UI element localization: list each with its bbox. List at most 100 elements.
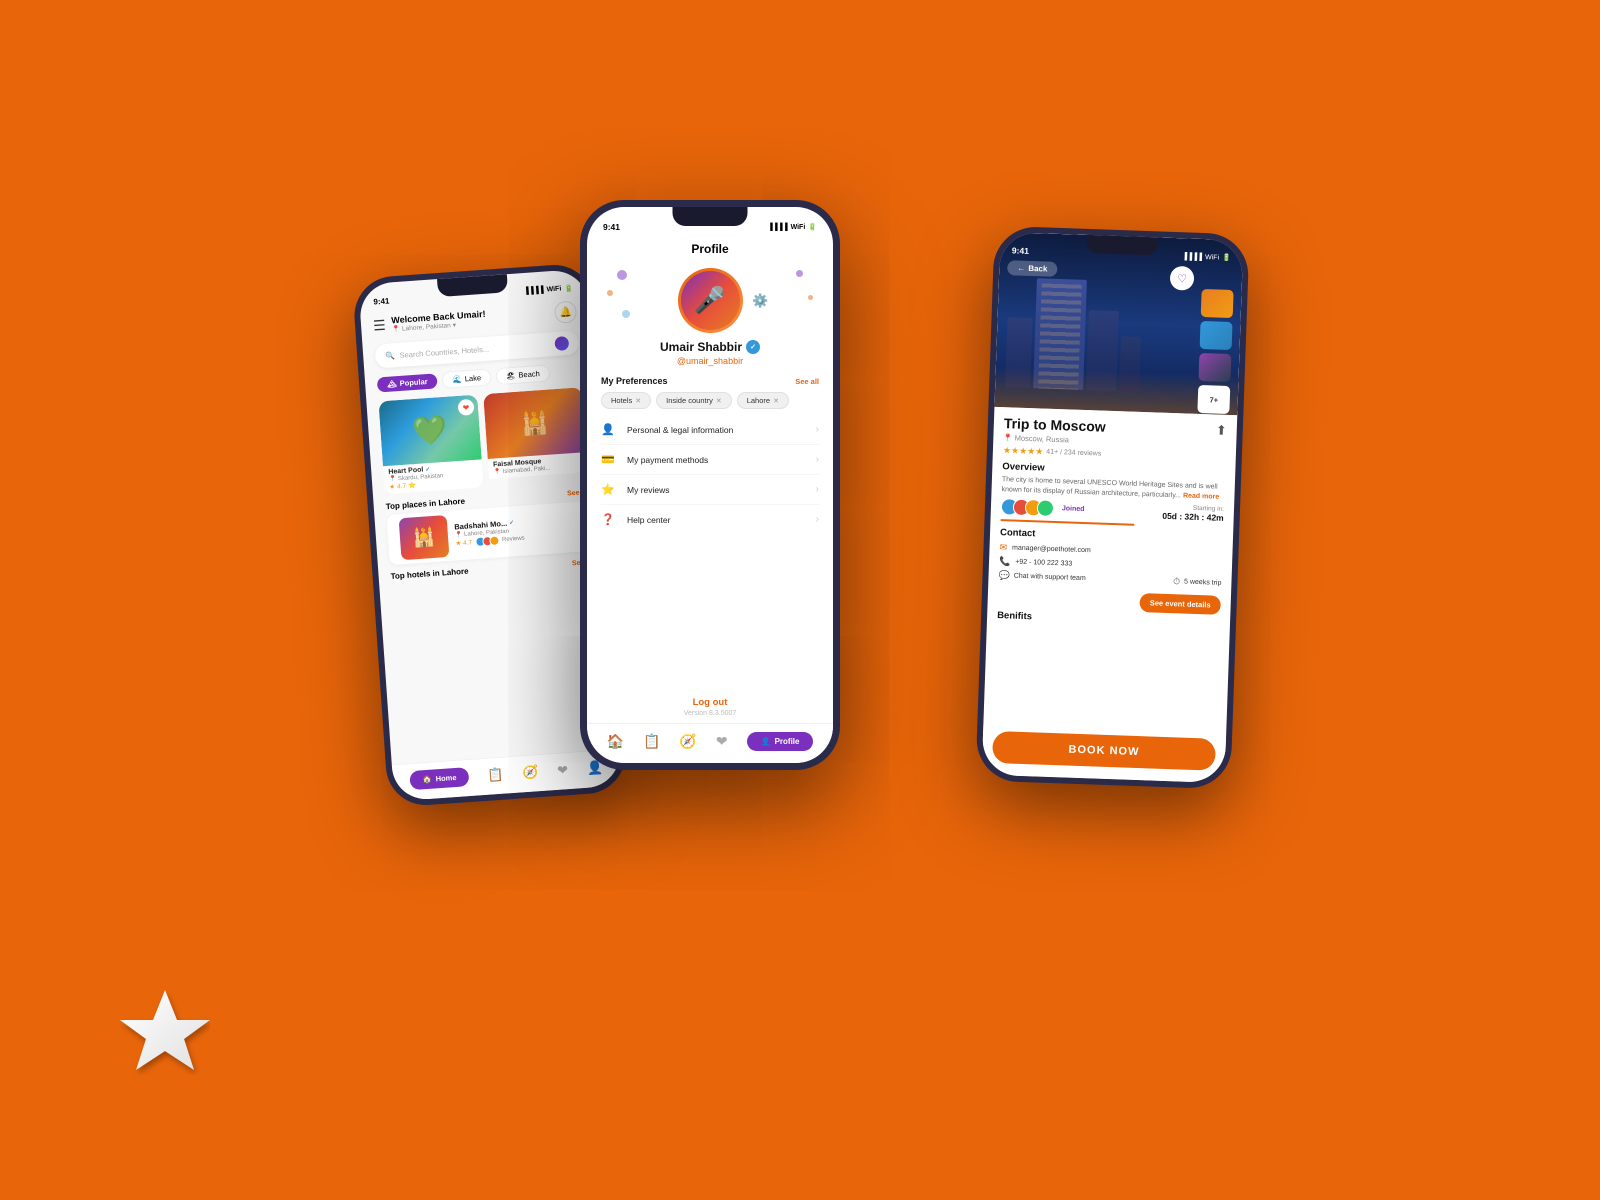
time-left: 9:41 [373,296,390,306]
thumb-more[interactable]: 7+ [1197,385,1230,414]
thumbnail-strip: 7+ [1197,289,1233,414]
back-button[interactable]: ← Back [1007,260,1058,277]
joined-label: Joined [1062,505,1085,513]
starting-row: Joined Starting in: 05d : 32h : 42m [1001,498,1224,523]
countdown: 05d : 32h : 42m [1162,510,1224,522]
avatar-circle: 🎤 [681,271,740,330]
pref-tags: Hotels ✕ Inside country ✕ Lahore ✕ [601,392,819,409]
notification-bell[interactable]: 🔔 [554,300,577,323]
status-icons-left: ▐▐▐▐ WiFi 🔋 [524,284,574,295]
phone-text: +92 - 100 222 333 [1015,558,1072,567]
menu-personal-info[interactable]: 👤 Personal & legal information › [601,415,819,445]
email-text: manager@poethotel.com [1012,544,1091,554]
hotel-img: 🕌 [399,515,450,560]
star-icon: ⭐ [601,483,619,496]
thumb-1[interactable] [1201,289,1234,318]
avatar-group [1001,498,1055,517]
time-center: 9:41 [603,222,620,232]
right-content: Trip to Moscow ⬆ 📍 Moscow, Russia ★★★★★ … [983,407,1237,738]
help-icon: ❓ [601,513,619,526]
menu-reviews[interactable]: ⭐ My reviews › [601,475,819,505]
person-icon: 👤 [601,423,619,436]
pref-title: My Preferences [601,376,668,386]
logout-section: Log out Version 8.3.5007 [587,691,833,723]
share-icon[interactable]: ⬆ [1216,423,1227,439]
user-handle: @umair_shabbir [677,356,743,366]
nav-explore-center[interactable]: 🧭 [679,733,696,750]
app-background: 9:41 ▐▐▐▐ WiFi 🔋 ☰ Welcome Back Umair! 📍 [0,0,1600,1200]
chat-icon: 💬 [998,570,1010,581]
email-icon: ✉ [999,542,1007,553]
tag-inside-country[interactable]: Inside country ✕ [656,392,732,409]
tag-lahore[interactable]: Lahore ✕ [737,392,789,409]
nav-home[interactable]: 🏠 Home [410,767,469,790]
nav-favorites-center[interactable]: ❤ [716,733,728,750]
menu-help[interactable]: ❓ Help center › [601,505,819,534]
nav-explore-left[interactable]: 🧭 [522,764,539,781]
thumb-3[interactable] [1198,353,1231,382]
card-faisal-mosque[interactable]: 🕌 Faisal Mosque 📍 Islamabad, Paki... [483,387,588,487]
card-img-lake: 💚 ❤ [378,395,481,467]
chevron-right-4: › [816,514,819,525]
avatar-section: 🎤 ⚙️ Umair Shabbir ✓ @umair_shabbir [587,260,833,372]
nav-bookings-center[interactable]: 📋 [643,733,660,750]
right-screen: 7+ 9:41 ▐▐▐▐ WiFi 🔋 ← [982,232,1244,783]
bottom-nav-center: 🏠 📋 🧭 ❤ 👤 Profile [587,723,833,763]
verified-badge: ✓ [746,340,760,354]
bottom-nav-left: 🏠 Home 📋 🧭 ❤ 👤 [392,749,622,802]
hamburger-icon[interactable]: ☰ [373,316,387,334]
chevron-right-2: › [816,454,819,465]
chevron-right-3: › [816,484,819,495]
book-now-button[interactable]: BOOK NOW [992,731,1216,771]
card-heart-pool[interactable]: 💚 ❤ Heart Pool ✓ 📍 Skardu, Pakistan [378,395,483,495]
user-name: Umair Shabbir ✓ [660,340,760,354]
tag-hotels[interactable]: Hotels ✕ [601,392,651,409]
trip-title: Trip to Moscow [1004,415,1106,435]
thumb-2[interactable] [1200,321,1233,350]
menu-list: 👤 Personal & legal information › 💳 My pa… [587,413,833,691]
hotel-hero: 7+ 9:41 ▐▐▐▐ WiFi 🔋 ← [994,232,1243,415]
pill-beach[interactable]: 🏖 Beach [495,364,550,385]
cards-grid: 💚 ❤ Heart Pool ✓ 📍 Skardu, Pakistan [366,383,600,498]
menu-payment[interactable]: 💳 My payment methods › [601,445,819,475]
phones-container: 9:41 ▐▐▐▐ WiFi 🔋 ☰ Welcome Back Umair! 📍 [350,150,1250,1050]
deco-dot-1 [617,270,627,280]
version-text: Version 8.3.5007 [593,710,827,717]
notch-right [1085,235,1158,256]
read-more-link[interactable]: Read more [1183,492,1219,500]
deco-dot-4 [796,270,803,277]
countdown-bar [1000,519,1134,526]
phone-right: 7+ 9:41 ▐▐▐▐ WiFi 🔋 ← [975,226,1249,790]
avatar-ring: 🎤 [678,268,743,333]
see-event-button[interactable]: See event details [1140,593,1221,615]
center-screen: 9:41 ▐▐▐▐ WiFi 🔋 Profile [587,207,833,763]
preferences-section: My Preferences See all Hotels ✕ Inside c… [587,372,833,413]
card-icon: 💳 [601,453,619,466]
notch-center [673,207,748,226]
phone-center: 9:41 ▐▐▐▐ WiFi 🔋 Profile [580,200,840,770]
pill-lake[interactable]: 🌊 Lake [442,369,492,389]
filter-icon[interactable] [554,336,569,351]
nav-favorites-left[interactable]: ❤ [557,762,569,779]
pill-popular[interactable]: 🏔 Popular [377,373,438,392]
card-img-mosque: 🕌 [483,387,586,459]
logout-button[interactable]: Log out [593,697,827,708]
phone-icon: 📞 [999,556,1011,567]
chevron-right-1: › [816,424,819,435]
nav-bookings-left[interactable]: 📋 [487,766,504,783]
star-decoration [120,985,210,1080]
deco-dot-2 [607,290,613,296]
profile-title: Profile [587,236,833,260]
book-now-section: BOOK NOW [982,725,1227,783]
clock-icon: ⏱ [1173,576,1180,587]
pref-see-all[interactable]: See all [795,377,819,386]
deco-dot-5 [808,295,813,300]
gear-icon[interactable]: ⚙️ [752,293,768,309]
welcome-section: Welcome Back Umair! 📍 Lahore, Pakistan ▾ [385,304,555,334]
nav-profile-center[interactable]: 👤 Profile [747,732,814,751]
nav-home-center[interactable]: 🏠 [607,733,624,750]
deco-dot-3 [622,310,630,318]
search-icon-left: 🔍 [385,351,395,361]
avatar-wrap: 🎤 ⚙️ [678,268,743,333]
hotel-info: Badshahi Mo... ✓ 📍 Lahore, Pakistan ★ 4.… [454,514,581,549]
